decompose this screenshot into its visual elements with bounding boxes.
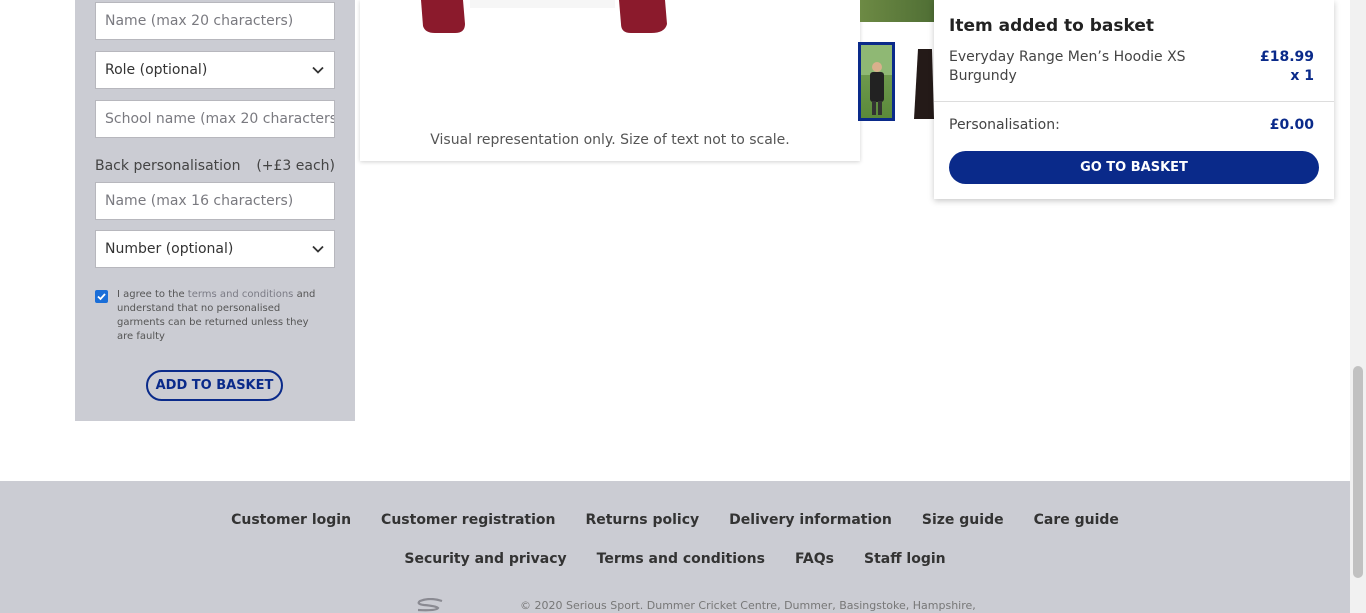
role-select-value: Role (optional) <box>105 62 208 78</box>
basket-popup: Item added to basket Everyday Range Men’… <box>934 0 1334 199</box>
go-to-basket-button[interactable]: GO TO BASKET <box>949 151 1319 184</box>
number-select-value: Number (optional) <box>105 241 234 257</box>
popup-item-price-block: £18.99 x 1 <box>1260 48 1314 86</box>
footer-link-staff-login[interactable]: Staff login <box>864 551 946 567</box>
popup-item-price: £18.99 <box>1259 49 1314 65</box>
checkmark-icon <box>97 293 106 301</box>
scrollbar-thumb[interactable] <box>1353 366 1363 578</box>
hoodie-thumb-icon <box>914 49 934 119</box>
hoodie-image <box>421 0 667 33</box>
terms-link[interactable]: terms and conditions <box>188 289 294 300</box>
popup-divider <box>934 101 1334 102</box>
number-select[interactable]: Number (optional) <box>95 230 335 268</box>
chevron-down-icon <box>312 66 324 74</box>
person-photo-icon <box>861 45 892 115</box>
add-to-basket-button[interactable]: ADD TO BASKET <box>146 370 283 401</box>
back-personalisation-label: Back personalisation <box>95 158 241 174</box>
footer-link-size-guide[interactable]: Size guide <box>922 512 1004 528</box>
footer: Customer login Customer registration Ret… <box>0 481 1350 613</box>
back-personalisation-price: (+£3 each) <box>256 158 335 174</box>
footer-link-security-privacy[interactable]: Security and privacy <box>404 551 566 567</box>
footer-link-faqs[interactable]: FAQs <box>795 551 834 567</box>
popup-personalisation-label: Personalisation: <box>949 117 1060 133</box>
footer-link-customer-login[interactable]: Customer login <box>231 512 351 528</box>
footer-links-row-2: Security and privacy Terms and condition… <box>0 551 1350 567</box>
terms-checkbox[interactable] <box>95 290 108 303</box>
brand-logo-icon <box>417 598 443 612</box>
back-name-placeholder: Name (max 16 characters) <box>105 193 294 209</box>
terms-text: I agree to the terms and conditions and … <box>117 288 327 344</box>
footer-link-care-guide[interactable]: Care guide <box>1034 512 1119 528</box>
thumbnail-selected[interactable] <box>858 42 895 121</box>
page: Name (max 20 characters) Role (optional)… <box>0 0 1366 613</box>
footer-link-returns-policy[interactable]: Returns policy <box>585 512 699 528</box>
footer-links-row-1: Customer login Customer registration Ret… <box>0 512 1350 528</box>
school-name-placeholder: School name (max 20 characters) <box>105 111 335 127</box>
gallery-strip <box>860 0 938 22</box>
popup-item-name: Everyday Range Men’s Hoodie XS Burgundy <box>949 49 1186 84</box>
product-preview: Visual representation only. Size of text… <box>360 0 860 161</box>
front-name-input[interactable]: Name (max 20 characters) <box>95 2 335 40</box>
back-name-input[interactable]: Name (max 16 characters) <box>95 182 335 220</box>
copyright-text: © 2020 Serious Sport. Dummer Cricket Cen… <box>520 599 976 612</box>
footer-link-terms-conditions[interactable]: Terms and conditions <box>597 551 765 567</box>
personalisation-panel: Name (max 20 characters) Role (optional)… <box>75 0 355 421</box>
footer-link-delivery-information[interactable]: Delivery information <box>729 512 892 528</box>
chevron-down-icon <box>312 245 324 253</box>
footer-link-customer-registration[interactable]: Customer registration <box>381 512 555 528</box>
terms-text-pre: I agree to the <box>117 289 185 300</box>
popup-title: Item added to basket <box>949 16 1155 36</box>
terms-agreement: I agree to the terms and conditions and … <box>95 288 335 344</box>
front-name-placeholder: Name (max 20 characters) <box>105 13 294 29</box>
popup-personalisation-price: £0.00 <box>1269 117 1314 133</box>
back-personalisation-heading: Back personalisation (+£3 each) <box>95 158 335 174</box>
popup-item-quantity: x 1 <box>1290 68 1314 84</box>
school-name-input[interactable]: School name (max 20 characters) <box>95 100 335 138</box>
preview-caption: Visual representation only. Size of text… <box>430 132 790 148</box>
role-select[interactable]: Role (optional) <box>95 51 335 89</box>
page-scrollbar[interactable] <box>1350 0 1366 613</box>
thumbnail-2[interactable] <box>912 45 936 119</box>
